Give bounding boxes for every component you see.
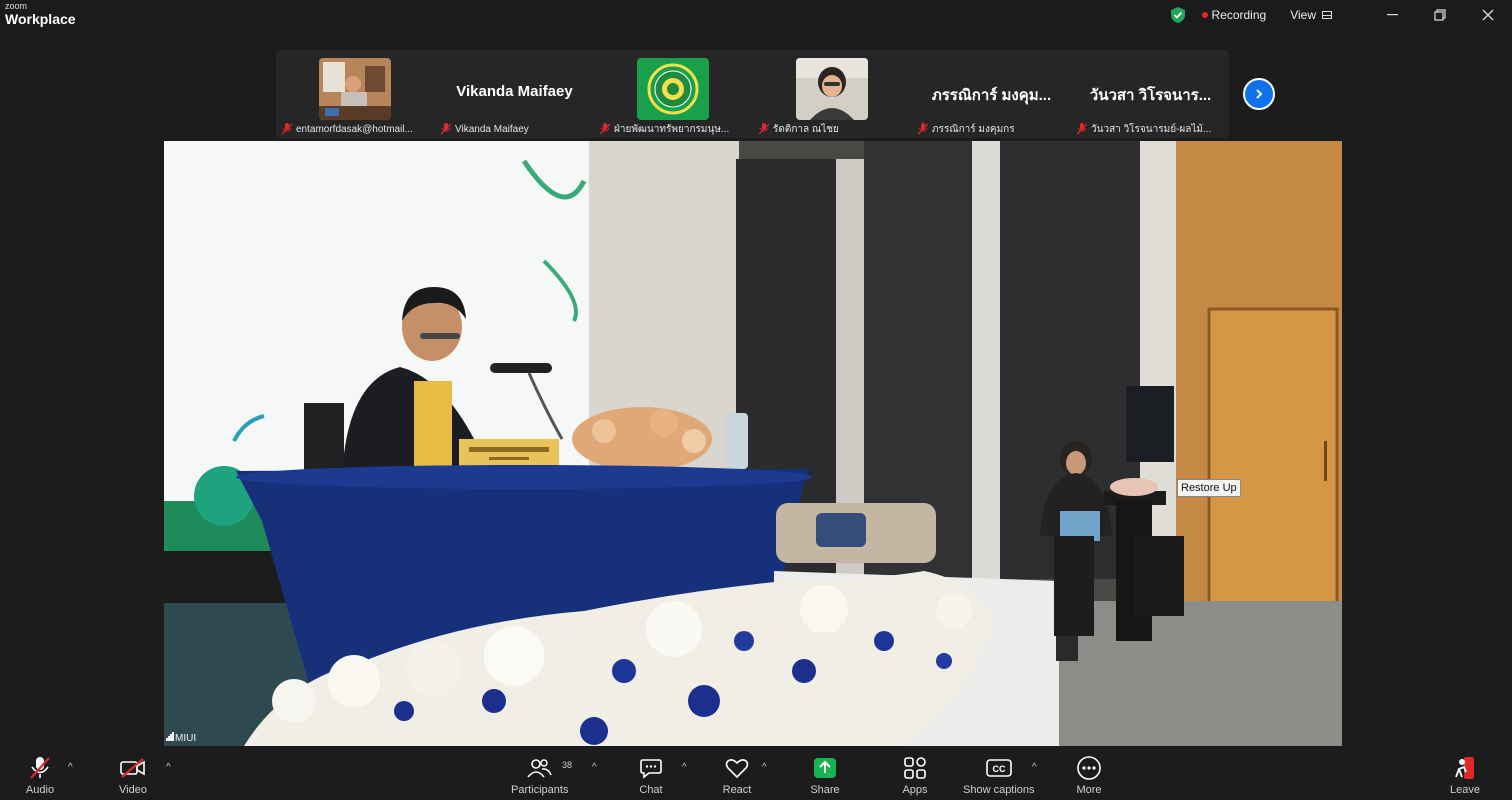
restore-icon	[1434, 9, 1446, 21]
share-button[interactable]: Share	[810, 754, 840, 796]
participant-name: entamorfdasak@hotmail...	[296, 123, 413, 135]
svg-text:CC: CC	[992, 764, 1005, 774]
react-label: React	[722, 784, 752, 796]
participant-footer: ภรรณิการ์ มงคุมกร	[918, 122, 1067, 136]
audio-options-chevron-icon[interactable]: ^	[68, 762, 73, 773]
participant-name: ฝ่ายพัฒนาทรัพยากรมนุษ...	[614, 123, 730, 135]
participant-display-name: Vikanda Maifaey	[456, 83, 573, 100]
participant-display-name: วันวสา วิโรจนาร...	[1089, 87, 1212, 104]
closed-captions-icon: CC	[985, 759, 1012, 777]
participant-display-name: ภรรณิการ์ มงคุม...	[931, 87, 1052, 104]
more-label: More	[1076, 784, 1102, 796]
share-screen-icon	[814, 758, 836, 778]
close-window-button[interactable]	[1464, 0, 1512, 30]
security-shield-icon[interactable]	[1170, 6, 1186, 24]
brand-small: zoom	[5, 1, 28, 11]
participant-footer: Vikanda Maifaey	[441, 122, 590, 136]
audio-button[interactable]: Audio	[25, 754, 55, 796]
muted-mic-icon	[759, 123, 769, 135]
minimize-button[interactable]	[1368, 0, 1416, 30]
signal-bars-icon	[166, 732, 174, 744]
share-label: Share	[810, 784, 840, 796]
participant-footer: รัดติกาล ณไชย	[759, 122, 908, 136]
participant-tile[interactable]: entamorfdasak@hotmail...	[276, 50, 435, 138]
participant-footer: ฝ่ายพัฒนาทรัพยากรมนุษ...	[600, 122, 749, 136]
muted-mic-icon	[1077, 123, 1087, 135]
more-button[interactable]: More	[1074, 754, 1104, 796]
participant-tile[interactable]: วันวสา วิโรจนาร... วันวสา วิโรจนารมย์-ผล…	[1071, 50, 1230, 138]
participant-tile[interactable]: Vikanda Maifaey Vikanda Maifaey	[435, 50, 594, 138]
view-label: View	[1290, 8, 1316, 22]
video-frame-image	[164, 141, 1342, 746]
participant-name: รัดติกาล ณไชย	[773, 123, 839, 135]
recording-indicator[interactable]: Recording	[1201, 8, 1267, 22]
close-icon	[1482, 9, 1494, 21]
leave-icon	[1455, 757, 1474, 779]
captions-options-chevron-icon[interactable]: ^	[1032, 762, 1037, 773]
react-options-chevron-icon[interactable]: ^	[762, 762, 767, 773]
audio-label: Audio	[25, 784, 55, 796]
participants-strip: entamorfdasak@hotmail... Vikanda Maifaey…	[276, 50, 1229, 138]
chevron-right-icon	[1256, 89, 1263, 99]
apps-label: Apps	[902, 784, 928, 796]
muted-mic-icon	[441, 123, 451, 135]
network-label: MIUI	[175, 733, 197, 744]
participant-footer: entamorfdasak@hotmail...	[282, 122, 431, 136]
participant-video-thumbnail	[796, 58, 868, 120]
recording-dot-icon	[1201, 12, 1208, 18]
muted-mic-icon	[600, 123, 610, 135]
more-options-icon	[1077, 756, 1101, 780]
heart-react-icon	[725, 759, 749, 779]
video-button[interactable]: Video	[118, 754, 148, 796]
participant-video-thumbnail	[637, 58, 709, 120]
view-button[interactable]: View	[1290, 8, 1332, 22]
muted-mic-icon	[282, 123, 292, 135]
apps-button[interactable]: Apps	[900, 754, 930, 796]
minimize-icon	[1386, 14, 1398, 16]
chat-label: Chat	[639, 784, 663, 796]
app-brand: zoom Workplace	[5, 1, 76, 27]
zoom-window: zoom Workplace Recording View entamorfda…	[0, 0, 1512, 800]
chat-options-chevron-icon[interactable]: ^	[682, 762, 687, 773]
participant-tile[interactable]: ฝ่ายพัฒนาทรัพยากรมนุษ...	[594, 50, 753, 138]
participants-count: 38	[562, 760, 573, 770]
restore-button[interactable]	[1416, 0, 1464, 30]
video-options-chevron-icon[interactable]: ^	[166, 762, 171, 773]
participant-name: วันวสา วิโรจนารมย์-ผลไม้...	[1091, 123, 1212, 135]
meeting-toolbar: Audio ^ Video ^ Participants 38 ^ Chat ^…	[0, 748, 1512, 800]
restore-up-tooltip: Restore Up	[1177, 479, 1241, 497]
react-button[interactable]: React	[722, 754, 752, 796]
next-participants-button[interactable]	[1243, 78, 1275, 110]
apps-icon	[904, 757, 926, 779]
view-grid-icon	[1322, 11, 1332, 19]
participant-video-thumbnail	[319, 58, 391, 120]
participants-label: Participants	[511, 784, 569, 796]
chat-bubble-icon	[640, 759, 662, 779]
participant-tile[interactable]: รัดติกาล ณไชย	[753, 50, 912, 138]
participant-name: Vikanda Maifaey	[455, 123, 529, 135]
network-status: MIUI	[166, 732, 196, 744]
participant-tile[interactable]: ภรรณิการ์ มงคุม... ภรรณิการ์ มงคุมกร	[912, 50, 1071, 138]
participants-icon	[527, 759, 552, 778]
participant-name: ภรรณิการ์ มงคุมกร	[932, 123, 1015, 135]
video-off-icon	[120, 758, 145, 778]
captions-label: Show captions	[963, 784, 1035, 796]
muted-mic-icon	[918, 123, 928, 135]
participant-footer: วันวสา วิโรจนารมย์-ผลไม้...	[1077, 122, 1226, 136]
participants-options-chevron-icon[interactable]: ^	[592, 762, 597, 773]
muted-microphone-icon	[30, 757, 50, 779]
leave-meeting-button[interactable]: Leave	[1450, 754, 1480, 796]
participants-button[interactable]: Participants	[511, 754, 568, 796]
title-bar: zoom Workplace Recording View	[0, 0, 1512, 38]
title-bar-controls: Recording View	[1170, 0, 1512, 30]
chat-button[interactable]: Chat	[636, 754, 666, 796]
brand-name: Workplace	[5, 11, 76, 27]
video-label: Video	[119, 784, 147, 796]
show-captions-button[interactable]: CC Show captions	[963, 754, 1035, 796]
recording-label: Recording	[1211, 8, 1267, 22]
active-speaker-video[interactable]: Restore Up MIUI	[164, 141, 1342, 746]
leave-label: Leave	[1450, 784, 1480, 796]
